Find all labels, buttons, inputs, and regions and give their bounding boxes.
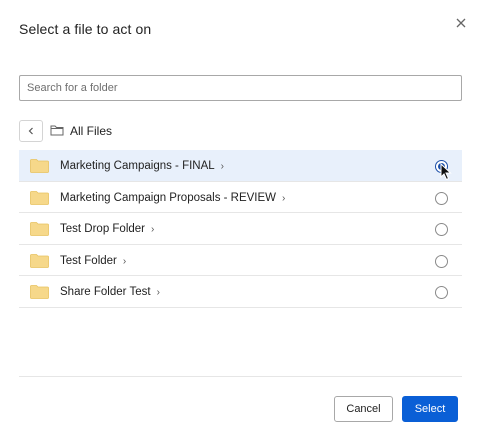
folder-name: Marketing Campaign Proposals - REVIEW › — [60, 191, 286, 204]
folder-icon — [30, 222, 49, 236]
folder-name: Test Folder › — [60, 254, 127, 267]
chevron-left-icon — [28, 127, 33, 135]
folder-row[interactable]: Marketing Campaigns - FINAL › — [19, 150, 462, 182]
chevron-right-icon: › — [282, 192, 286, 204]
folder-radio[interactable] — [435, 191, 448, 205]
folder-icon — [30, 285, 49, 299]
folder-icon — [30, 253, 49, 268]
file-picker-dialog: Select a file to act on All Files Market… — [0, 0, 484, 448]
folder-radio[interactable] — [435, 254, 448, 268]
chevron-right-icon: › — [156, 287, 160, 298]
folder-list: Marketing Campaigns - FINAL › Marketing C… — [19, 150, 462, 308]
folder-radio[interactable] — [435, 223, 448, 236]
cancel-button[interactable]: Cancel — [334, 396, 393, 422]
chevron-right-icon: › — [151, 224, 155, 235]
folder-radio[interactable] — [435, 286, 448, 299]
select-button[interactable]: Select — [402, 396, 458, 422]
footer-divider — [19, 376, 462, 377]
folder-name: Marketing Campaigns - FINAL › — [60, 160, 225, 172]
dialog-title: Select a file to act on — [19, 21, 152, 37]
chevron-right-icon: › — [122, 255, 127, 267]
breadcrumb-label[interactable]: All Files — [70, 124, 112, 138]
folder-row[interactable]: Share Folder Test › — [19, 276, 462, 308]
folder-row[interactable]: Marketing Campaign Proposals - REVIEW › — [19, 182, 462, 213]
close-icon[interactable] — [452, 14, 470, 32]
folder-icon — [30, 190, 49, 205]
folder-row[interactable]: Test Drop Folder › — [19, 213, 462, 245]
folder-icon — [30, 159, 49, 173]
search-input[interactable] — [19, 75, 462, 101]
folder-name: Test Drop Folder › — [60, 223, 155, 235]
folder-radio[interactable] — [435, 160, 448, 173]
back-button[interactable] — [19, 120, 43, 142]
chevron-right-icon: › — [220, 161, 225, 172]
folder-row[interactable]: Test Folder › — [19, 245, 462, 276]
folder-outline-icon — [50, 125, 64, 136]
breadcrumb: All Files — [19, 120, 459, 142]
folder-name: Share Folder Test › — [60, 286, 160, 298]
